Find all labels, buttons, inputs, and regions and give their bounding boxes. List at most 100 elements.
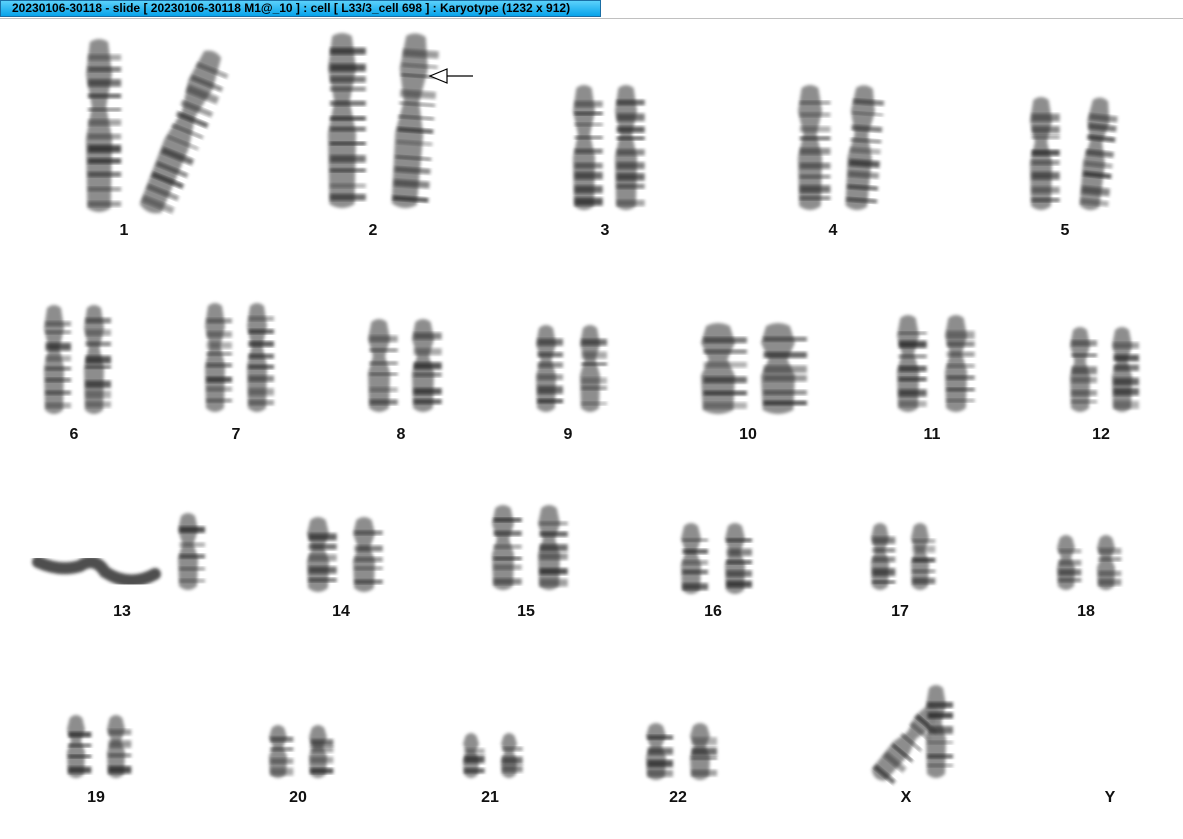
chromosome-band [85,341,111,347]
chromosome-label-1: 1 [119,222,129,239]
chromosome-band [179,567,205,571]
chromatid-21-left[interactable] [463,733,485,778]
chromosome-label-11: 11 [923,426,941,443]
chromatid-19-left[interactable] [67,715,92,778]
chromatid-6-right[interactable] [84,305,111,414]
chromosome-band [87,171,122,177]
chromosome-pair-22[interactable] [646,723,717,780]
chromosome-band [68,743,92,748]
chromatid-2-right[interactable] [390,32,440,209]
chromosome-pair-7[interactable] [205,303,274,412]
chromosome-pair-x[interactable] [868,685,953,789]
chromosome-pair-17[interactable] [871,523,936,590]
chromosome-band [898,354,927,359]
chromosome-band [308,543,337,550]
chromosome-band [574,171,603,180]
chromosome-pair-11[interactable] [897,315,975,412]
chromosome-pair-13[interactable] [32,513,205,590]
chromosome-pair-20[interactable] [269,725,334,778]
chromatid-5-left[interactable] [1030,97,1060,210]
chromatid-18-left[interactable] [1057,535,1082,590]
chromosome-pair-2[interactable] [328,32,440,209]
chromatid-11-left[interactable] [897,315,927,412]
chromatid-20-right[interactable] [309,725,334,778]
chromatid-10-right[interactable] [761,323,807,414]
chromosome-band [464,748,485,754]
chromosome-pair-3[interactable] [573,85,645,210]
chromatid-9-right[interactable] [580,325,607,412]
chromatid-7-left[interactable] [205,303,232,412]
chromosome-band [45,321,71,327]
karyotype-canvas [32,32,1139,789]
chromosome-band [108,740,132,748]
chromatid-3-right[interactable] [615,85,645,210]
chromosome-band [616,136,645,140]
chromatid-18-right[interactable] [1097,535,1122,590]
chromosome-band [206,318,232,324]
chromosome-pair-21[interactable] [463,733,523,778]
chromatid-9-left[interactable] [536,325,563,412]
chromatid-22-right[interactable] [690,723,717,780]
chromatid-1-right[interactable] [137,47,234,221]
chromatid-4-right[interactable] [844,84,885,211]
chromosome-pair-18[interactable] [1057,535,1122,590]
chromosome-label-18: 18 [1077,603,1095,620]
chromosome-band [206,342,232,349]
chromatid-15-left[interactable] [492,505,522,590]
chromatid-19-right[interactable] [107,715,132,778]
chromatid-17-left[interactable] [871,523,896,590]
chromosome-pair-8[interactable] [368,319,442,412]
chromosome-pair-1[interactable] [86,39,234,220]
chromosome-pair-19[interactable] [67,715,132,778]
chromosome-label-17: 17 [891,603,909,620]
chromatid-12-right[interactable] [1112,327,1139,412]
chromatid-2-left[interactable] [328,33,366,208]
chromatid-body [536,325,556,412]
chromatid-16-left[interactable] [681,523,708,594]
chromosome-band [206,363,232,368]
chromosome-pair-14[interactable] [307,517,383,592]
chromosome-band [330,193,366,201]
chromatid-4-left[interactable] [798,85,831,210]
chromosome-band [539,521,568,526]
chromosome-pair-16[interactable] [681,523,752,594]
chromatid-x-right[interactable] [926,685,953,778]
chromatid-12-left[interactable] [1070,327,1097,412]
chromatid-17-right[interactable] [911,523,936,590]
chromosome-pair-4[interactable] [798,84,885,211]
chromatid-5-right[interactable] [1078,96,1119,211]
chromosome-band [45,342,71,351]
chromosome-band [574,197,603,206]
chromatid-11-right[interactable] [945,315,975,412]
chromatid-20-left[interactable] [269,725,294,778]
chromosome-pair-12[interactable] [1070,327,1139,412]
chromatid-1-left[interactable] [86,39,122,212]
chromosome-pair-5[interactable] [1030,96,1119,211]
chromatid-7-right[interactable] [247,303,274,412]
chromosome-pair-10[interactable] [701,323,807,414]
chromatid-13-right[interactable] [178,513,205,590]
chromosome-band [369,372,398,376]
chromosome-label-2: 2 [368,222,378,239]
chromosome-band [87,158,122,164]
chromosome-label-4: 4 [828,222,838,239]
chromatid-3-left[interactable] [573,85,603,210]
chromosome-band [726,538,752,543]
chromosome-pair-6[interactable] [44,305,111,414]
chromatid-8-right[interactable] [412,319,442,412]
chromatid-16-right[interactable] [725,523,752,594]
chromatid-body [945,315,967,412]
chromatid-15-right[interactable] [538,505,568,590]
chromosome-band [1071,390,1097,396]
chromatid-14-right[interactable] [353,517,383,592]
chromatid-13-left[interactable] [32,556,161,587]
chromatid-10-left[interactable] [701,323,747,414]
chromosome-pair-9[interactable] [536,325,607,412]
chromatid-6-left[interactable] [44,305,71,414]
chromatid-22-left[interactable] [646,723,673,780]
chromatid-8-left[interactable] [368,319,398,412]
chromatid-21-right[interactable] [501,733,523,778]
chromosome-band [537,352,563,358]
chromosome-pair-15[interactable] [492,505,568,590]
chromatid-14-left[interactable] [307,517,337,592]
